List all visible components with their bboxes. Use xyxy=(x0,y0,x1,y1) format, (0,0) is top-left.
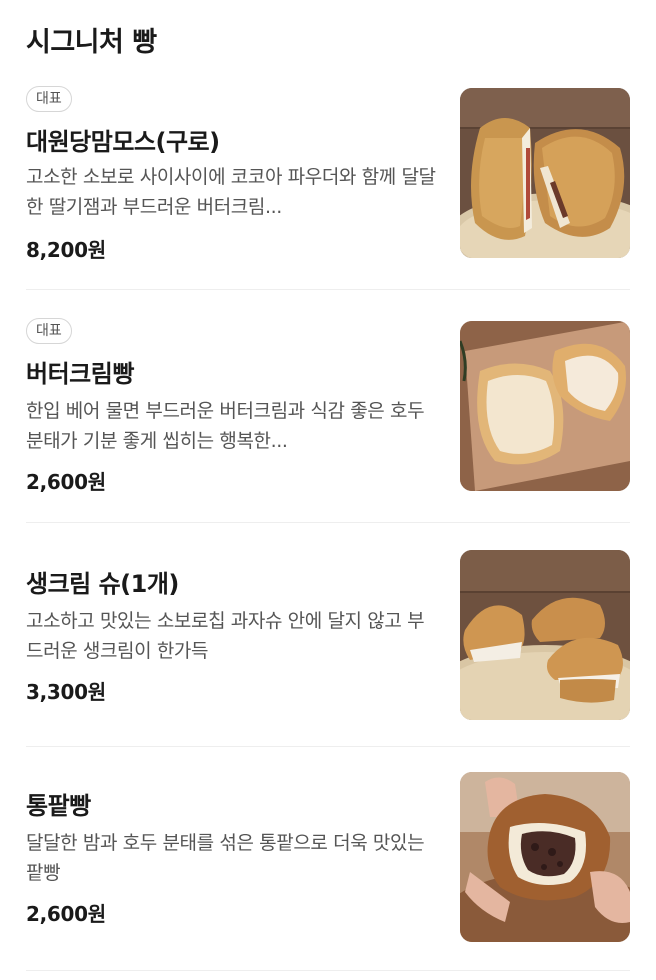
signature-badge: 대표 xyxy=(26,86,72,112)
divider xyxy=(26,289,630,290)
red-bean-bread-photo xyxy=(460,772,630,942)
divider xyxy=(26,746,630,747)
menu-item-butter-cream[interactable]: 대표 버터크림빵 한입 베어 물면 부드러운 버터크림과 식감 좋은 호두분태가… xyxy=(26,318,630,494)
divider xyxy=(26,522,630,523)
butter-cream-bread-photo xyxy=(460,321,630,491)
item-name: 버터크림빵 xyxy=(26,360,134,388)
item-description: 달달한 밤과 호두 분태를 섞은 통팥으로 더욱 맛있는 팥빵 xyxy=(26,832,425,884)
item-description: 고소하고 맛있는 소보로칩 과자슈 안에 달지 않고 부드러운 생크림이 한가득 xyxy=(26,610,425,662)
item-description: 고소한 소보로 사이사이에 코코아 파우더와 함께 달달한 딸기잼과 부드러운 … xyxy=(26,166,436,218)
item-name: 통팥빵 xyxy=(26,792,91,820)
section-title: 시그니처 빵 xyxy=(26,27,157,58)
divider xyxy=(26,970,630,971)
mammoth-bread-photo xyxy=(460,88,630,258)
item-price: 2,600원 xyxy=(26,470,106,494)
item-description: 한입 베어 물면 부드러운 버터크림과 식감 좋은 호두분태가 기분 좋게 씹히… xyxy=(26,400,425,452)
item-price: 8,200원 xyxy=(26,238,106,262)
signature-badge: 대표 xyxy=(26,318,72,344)
item-name: 대원당맘모스(구로) xyxy=(26,128,220,156)
item-price: 3,300원 xyxy=(26,680,106,704)
cream-puff-photo xyxy=(460,550,630,720)
item-name: 생크림 슈(1개) xyxy=(26,570,179,598)
item-price: 2,600원 xyxy=(26,902,106,926)
menu-item-mammoth[interactable]: 대표 대원당맘모스(구로) 고소한 소보로 사이사이에 코코아 파우더와 함께 … xyxy=(26,86,630,262)
menu-item-red-bean[interactable]: 통팥빵 달달한 밤과 호두 분태를 섞은 통팥으로 더욱 맛있는 팥빵 2,60… xyxy=(26,772,630,944)
menu-item-cream-puff[interactable]: 생크림 슈(1개) 고소하고 맛있는 소보로칩 과자슈 안에 달지 않고 부드러… xyxy=(26,550,630,720)
